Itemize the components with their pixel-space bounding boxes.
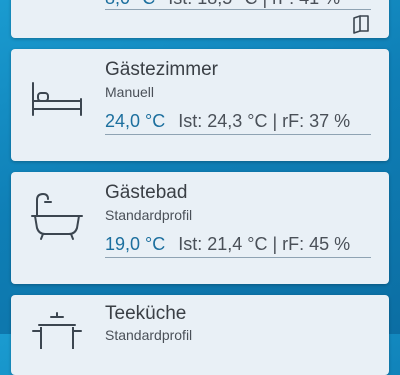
room-card-gaestezimmer[interactable]: Gästezimmer Manuell 24,0 °C Ist: 24,3 °C… <box>11 49 389 161</box>
bathtub-icon <box>31 192 83 240</box>
room-profile: Standardprofil <box>105 207 193 223</box>
setpoint-temp: 8,0 °C <box>105 0 155 8</box>
room-card-gaestebad[interactable]: Gästebad Standardprofil 19,0 °C Ist: 21,… <box>11 172 389 284</box>
room-card-0[interactable]: 8,0 °C Ist: 18,5 °C | rF: 41 % <box>11 0 389 38</box>
room-profile: Manuell <box>105 84 155 100</box>
setpoint-temp: 19,0 °C <box>105 234 166 254</box>
room-temps: 19,0 °C Ist: 21,4 °C | rF: 45 % <box>105 234 350 255</box>
setpoint-temp: 24,0 °C <box>105 111 166 131</box>
actual-readings: Ist: 21,4 °C | rF: 45 % <box>178 234 351 254</box>
room-temps: 24,0 °C Ist: 24,3 °C | rF: 37 % <box>105 111 350 132</box>
actual-readings: Ist: 24,3 °C | rF: 37 % <box>178 111 351 131</box>
pot-icon <box>32 312 82 349</box>
divider <box>105 257 371 258</box>
divider <box>105 9 371 10</box>
room-title: Teeküche <box>105 303 187 324</box>
room-profile: Standardprofil <box>105 327 193 343</box>
divider <box>105 134 371 135</box>
room-title: Gästebad <box>105 182 188 203</box>
room-card-teekueche[interactable]: Teeküche Standardprofil <box>11 295 389 375</box>
book-icon[interactable] <box>351 14 371 34</box>
room-title: Gästezimmer <box>105 59 218 80</box>
actual-readings: Ist: 18,5 °C | rF: 41 % <box>168 0 340 8</box>
room-temps: 8,0 °C Ist: 18,5 °C | rF: 41 % <box>105 0 340 9</box>
bed-icon <box>32 82 82 116</box>
